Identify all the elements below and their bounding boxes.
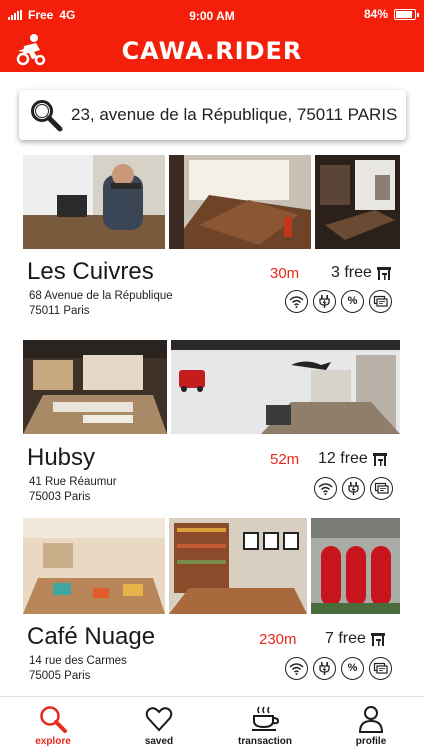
plug-icon bbox=[342, 477, 365, 500]
address-line: 75003 Paris bbox=[29, 491, 91, 503]
amenities: % bbox=[285, 290, 392, 313]
free-seats-label: 12 free bbox=[318, 450, 368, 467]
address-search-bar[interactable]: 23, avenue de la République, 75011 PARIS bbox=[19, 90, 406, 140]
address-line: 41 Rue Réaumur bbox=[29, 476, 117, 488]
discount-icon: % bbox=[341, 657, 364, 680]
discount-icon: % bbox=[341, 290, 364, 313]
cafe-name[interactable]: Hubsy bbox=[27, 444, 95, 472]
cafe-photo bbox=[23, 340, 167, 434]
search-input[interactable]: 23, avenue de la République, 75011 PARIS bbox=[71, 105, 397, 125]
screen-icon bbox=[369, 657, 392, 680]
screen-icon bbox=[370, 477, 393, 500]
desk-icon bbox=[372, 453, 387, 466]
address-line: 75005 Paris bbox=[29, 670, 91, 682]
nav-label: profile bbox=[355, 736, 387, 747]
user-icon bbox=[358, 706, 384, 733]
cafe-address: 41 Rue Réaumur 75003 Paris bbox=[29, 475, 117, 505]
free-seats: 3 free bbox=[331, 264, 392, 282]
cafe-address: 14 rue des Carmes 75005 Paris bbox=[29, 654, 127, 684]
search-icon bbox=[40, 706, 67, 733]
search-icon bbox=[31, 100, 63, 132]
heart-icon bbox=[145, 707, 173, 732]
cafe-address: 68 Avenue de la République 75011 Paris bbox=[29, 289, 173, 319]
free-seats: 12 free bbox=[318, 450, 388, 468]
app-title: CAWA.RIDER bbox=[121, 37, 303, 65]
address-line: 75011 Paris bbox=[29, 305, 90, 317]
nav-explore[interactable]: explore bbox=[0, 697, 106, 753]
wifi-icon bbox=[285, 657, 308, 680]
cafe-photo bbox=[311, 518, 400, 614]
amenities: % bbox=[285, 657, 392, 680]
free-seats-label: 7 free bbox=[325, 630, 366, 647]
plug-icon bbox=[313, 290, 336, 313]
cafe-photo bbox=[23, 155, 165, 249]
nav-saved[interactable]: saved bbox=[106, 697, 212, 753]
distance-label: 230m bbox=[259, 631, 297, 648]
free-seats-label: 3 free bbox=[331, 264, 372, 281]
distance-label: 52m bbox=[270, 451, 300, 468]
status-bar: Free 4G 9:00 AM 84% bbox=[0, 0, 424, 30]
nav-label: saved bbox=[144, 736, 174, 747]
wifi-icon bbox=[314, 477, 337, 500]
plug-icon bbox=[313, 657, 336, 680]
address-line: 68 Avenue de la République bbox=[29, 290, 173, 302]
amenities bbox=[314, 477, 393, 500]
battery-icon bbox=[394, 8, 419, 20]
nav-label: transaction bbox=[238, 736, 292, 747]
cafe-photo bbox=[315, 155, 400, 249]
distance-label: 30m bbox=[270, 265, 300, 282]
cafe-name[interactable]: Café Nuage bbox=[27, 623, 155, 651]
bottom-nav: explore saved transaction profile bbox=[0, 696, 424, 753]
cafe-photo bbox=[23, 518, 165, 614]
screen-icon bbox=[369, 290, 392, 313]
nav-profile[interactable]: profile bbox=[318, 697, 424, 753]
battery-percent: 84% bbox=[363, 7, 388, 21]
cafe-name[interactable]: Les Cuivres bbox=[27, 258, 154, 286]
app-header: CAWA.RIDER bbox=[0, 30, 424, 72]
address-line: 14 rue des Carmes bbox=[29, 655, 127, 667]
free-seats: 7 free bbox=[325, 630, 386, 648]
clock: 9:00 AM bbox=[189, 9, 235, 23]
wifi-icon bbox=[285, 290, 308, 313]
coffee-cup-icon bbox=[252, 706, 280, 731]
desk-icon bbox=[376, 267, 391, 280]
cafe-photo bbox=[169, 518, 307, 614]
desk-icon bbox=[370, 633, 385, 646]
cafe-photo bbox=[169, 155, 311, 249]
nav-label: explore bbox=[35, 736, 71, 747]
nav-transaction[interactable]: transaction bbox=[212, 697, 318, 753]
cafe-photo bbox=[171, 340, 400, 434]
